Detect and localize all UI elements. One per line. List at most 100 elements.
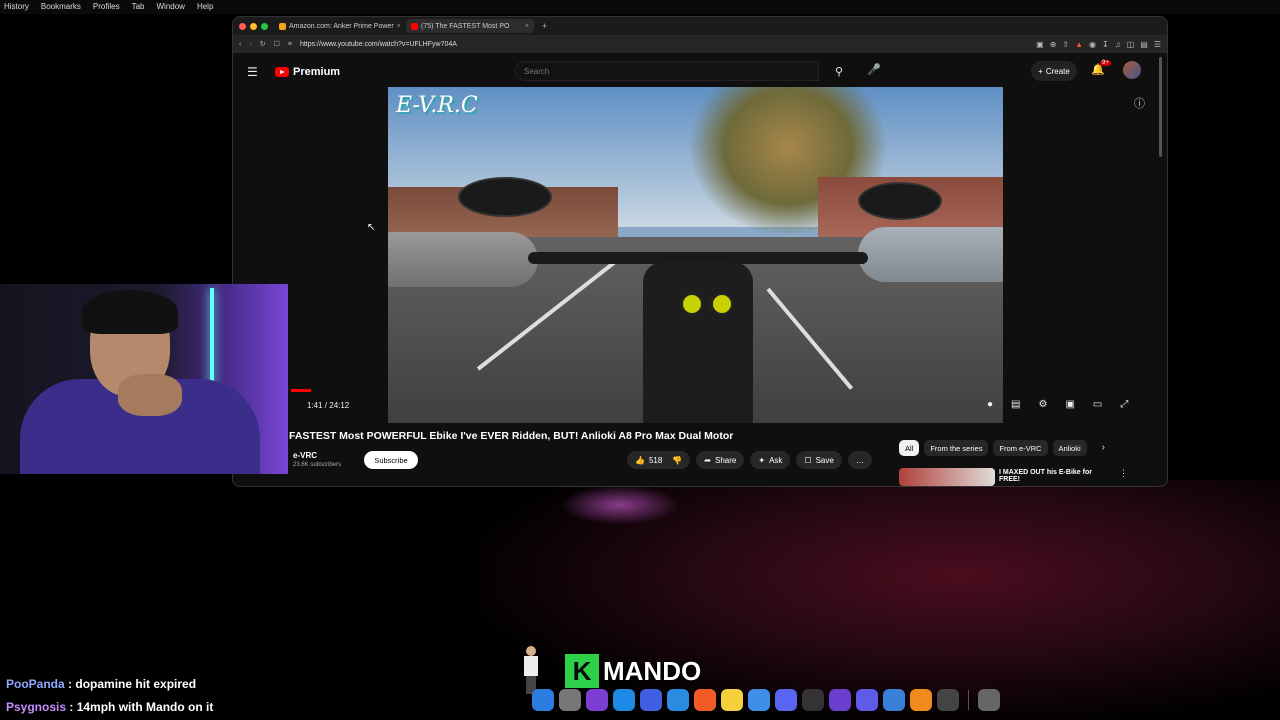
captions-icon[interactable]: ▤ [1011,399,1020,410]
fullscreen-icon[interactable]: ⤢ [1120,399,1128,410]
miniplayer-icon[interactable]: ▣ [1065,399,1074,410]
theater-mode-icon[interactable]: ▭ [1093,399,1102,410]
video-player[interactable]: E-V.R.C [388,87,1003,423]
mac-dock [532,687,1000,713]
menubar-item-profiles[interactable]: Profiles [93,0,120,14]
url-field[interactable]: https://www.youtube.com/watch?v=UFLHFyw7… [300,41,1028,48]
more-actions-button[interactable]: … [847,451,872,469]
zoom-window-button[interactable] [261,22,268,30]
ebike-display-right [710,292,734,316]
menubar-item-bookmarks[interactable]: Bookmarks [41,0,81,14]
menubar-item-tab[interactable]: Tab [132,0,145,14]
menu-icon[interactable]: ☰ [1154,40,1161,49]
more-vertical-icon[interactable]: ⋮ [1119,468,1128,479]
share-label: Share [715,455,737,465]
brave-shield-icon[interactable]: ▲ [1075,40,1083,49]
autoplay-toggle-icon[interactable]: ● [987,399,993,410]
chip-from-channel[interactable]: From e-VRC [993,440,1048,456]
reload-icon[interactable]: ↻ [260,40,266,48]
settings-gear-icon[interactable]: ⚙ [1039,399,1048,410]
account-avatar[interactable] [1123,61,1141,79]
mail-icon[interactable] [748,689,770,711]
background-glow-accent [560,485,680,525]
menubar-item-window[interactable]: Window [157,0,185,14]
finder-icon[interactable] [532,689,554,711]
subscribe-button[interactable]: Subscribe [364,451,418,469]
video-progress-bar[interactable] [291,389,311,392]
wallet-icon[interactable]: ▤ [1140,40,1148,49]
create-label: Create [1045,66,1070,76]
tab-amazon[interactable]: Amazon.com: Anker Prime Power × [274,19,402,33]
share-button[interactable]: ➦ Share [696,451,745,469]
media-icon[interactable]: ♫ [1115,40,1121,49]
video-info-icon[interactable]: ⓘ [1134,95,1145,111]
system-settings-icon[interactable] [559,689,581,711]
chip-all[interactable]: All [899,440,920,456]
tab-close-icon[interactable]: × [525,23,529,30]
neon-light [210,288,214,388]
chip-brand[interactable]: Anlioki [1052,440,1087,456]
chat-separator: : [66,700,77,714]
rider-arm-left [388,232,538,287]
thumbs-down-icon[interactable]: 👎 [672,456,682,465]
extension-icon[interactable]: ◉ [1089,40,1096,49]
vlc-icon[interactable] [910,689,932,711]
zoom-icon[interactable]: ⊕ [1050,40,1057,49]
voice-search-icon[interactable]: 🎤 [867,63,881,76]
bookmark-icon[interactable]: ☐ [274,40,280,48]
more-horizontal-icon: … [855,455,864,465]
cast-icon[interactable]: ▣ [1036,40,1044,49]
activity-icon[interactable] [802,689,824,711]
back-icon[interactable]: ‹ [239,41,241,48]
ebike-mirror-right [858,182,942,220]
ebike-stem [643,262,753,423]
like-button[interactable]: 👍 518 👎 [627,451,691,469]
page-scrollbar[interactable] [1159,57,1162,157]
downloads-icon[interactable]: ↧ [1102,40,1109,49]
notes-icon[interactable] [721,689,743,711]
menubar-item-history[interactable]: History [4,0,29,14]
chat-message: Psygnosis : 14mph with Mando on it [6,700,213,714]
save-button[interactable]: ☐ Save [796,451,842,469]
rider-arm-right [858,227,1003,282]
sidebar-icon[interactable]: ◫ [1127,40,1135,49]
close-window-button[interactable] [239,22,246,30]
chat-message: PooPanda : dopamine hit expired [6,677,196,691]
new-tab-button[interactable]: + [538,21,547,31]
obs-icon[interactable] [937,689,959,711]
channel-name[interactable]: e-VRC [293,451,317,460]
discord-icon[interactable] [775,689,797,711]
forward-icon[interactable]: › [249,41,251,48]
guide-menu-icon[interactable]: ☰ [247,65,258,79]
minimize-window-button[interactable] [250,22,257,30]
browser-window: Amazon.com: Anker Prime Power × (75) The… [232,16,1168,487]
launchpad-icon[interactable] [856,689,878,711]
address-bar: ‹ › ↻ ☐ ≡ https://www.youtube.com/watch?… [233,35,1167,53]
youtube-premium-logo[interactable]: Premium [275,66,340,78]
tab-label: Amazon.com: Anker Prime Power [289,22,394,30]
arc-icon[interactable] [640,689,662,711]
brave-icon[interactable] [694,689,716,711]
chevron-right-icon[interactable]: › [1092,440,1105,456]
finder2-icon[interactable] [883,689,905,711]
safari-icon[interactable] [667,689,689,711]
view-icon[interactable] [829,689,851,711]
menubar-item-help[interactable]: Help [197,0,213,14]
video-time-display: 1:41 / 24:12 [307,401,350,410]
search-icon[interactable]: ⚲ [821,61,857,81]
tab-close-icon[interactable]: × [397,23,401,30]
chip-from-series[interactable]: From the series [924,440,989,456]
share-icon[interactable]: ⇧ [1062,40,1069,49]
create-button[interactable]: + Create [1031,61,1077,81]
ask-button[interactable]: ✦ Ask [750,451,791,469]
plus-icon: + [1038,66,1043,76]
app-store-icon[interactable] [613,689,635,711]
recommended-video-title[interactable]: I MAXED OUT his E-Bike for FREE! [999,469,1109,483]
recommended-video-thumbnail[interactable] [899,468,995,486]
tab-youtube[interactable]: (75) The FASTEST Most PO × [406,19,534,33]
trash-icon[interactable] [978,689,1000,711]
ask-label: Ask [769,455,783,465]
tor-icon[interactable] [586,689,608,711]
site-settings-icon[interactable]: ≡ [288,41,292,48]
search-input[interactable]: Search [515,61,819,81]
